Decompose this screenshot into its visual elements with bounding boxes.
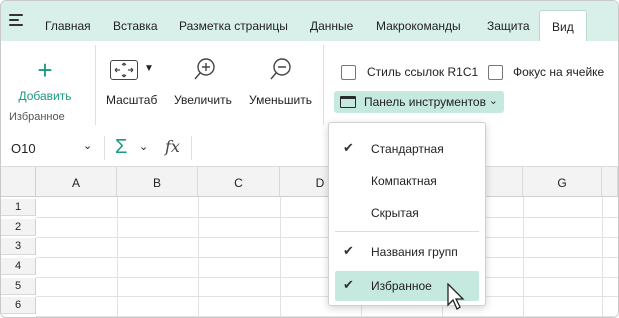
menu-item-standard[interactable]: ✔ Стандартная <box>335 136 479 162</box>
add-button-label: Добавить <box>18 89 72 103</box>
toolbar-button-label: Панель инструментов <box>364 95 486 109</box>
grid-line <box>36 316 618 317</box>
grid-line <box>36 277 618 278</box>
row-header[interactable]: 4 <box>1 258 36 275</box>
focus-cell-label: Фокус на ячейке <box>513 65 605 79</box>
formula-separator <box>104 136 105 160</box>
grid-line <box>280 197 281 317</box>
zoom-out-icon <box>270 58 291 80</box>
tab-page-layout[interactable]: Разметка страницы <box>179 11 288 39</box>
ribbon-separator <box>323 45 324 125</box>
focus-cell-checkbox[interactable] <box>488 65 503 80</box>
row-header[interactable]: 3 <box>1 238 36 255</box>
scale-icon <box>110 60 138 80</box>
function-icon[interactable]: fx <box>165 137 180 156</box>
window-icon <box>340 96 356 108</box>
grid-line <box>36 237 618 238</box>
ribbon-tab-bar: Главная Вставка Разметка страницы Данные… <box>1 1 618 42</box>
zoom-in-label: Увеличить <box>174 93 232 107</box>
r1c1-label: Стиль ссылок R1C1 <box>367 65 479 79</box>
check-icon: ✔ <box>343 277 354 292</box>
add-to-favorites-button[interactable]: + Добавить <box>15 55 75 103</box>
hamburger-menu-icon[interactable] <box>9 14 23 26</box>
chevron-down-icon[interactable]: ⌄ <box>83 139 92 152</box>
menu-item-label: Компактная <box>371 174 437 188</box>
menu-item-label: Скрытая <box>371 206 419 220</box>
check-icon: ✔ <box>343 140 354 155</box>
tab-protection[interactable]: Защита <box>487 11 530 39</box>
zoom-out-label: Уменьшить <box>249 93 312 107</box>
grid-line <box>198 197 199 317</box>
tab-data[interactable]: Данные <box>310 11 353 39</box>
mouse-cursor-icon <box>447 283 465 310</box>
scale-label: Масштаб <box>106 93 158 107</box>
tab-home[interactable]: Главная <box>45 11 91 39</box>
check-icon: ✔ <box>343 243 354 258</box>
zoom-in-icon <box>194 58 215 80</box>
spreadsheet-window: Главная Вставка Разметка страницы Данные… <box>0 0 619 318</box>
column-header[interactable]: A <box>36 167 117 197</box>
menu-item-hidden[interactable]: Скрытая <box>335 200 479 226</box>
grid-line <box>523 197 524 317</box>
tab-view[interactable]: Вид <box>539 10 587 42</box>
grid-line <box>36 296 618 297</box>
menu-separator <box>335 231 479 232</box>
row-header[interactable]: 6 <box>1 297 36 314</box>
tab-macros[interactable]: Макрокоманды <box>376 11 461 39</box>
column-header[interactable]: B <box>117 167 198 197</box>
plus-icon: + <box>37 55 53 85</box>
ribbon-separator <box>95 45 96 125</box>
grid-line <box>36 257 618 258</box>
toolbar-dropdown-button[interactable]: Панель инструментов ⌄ <box>334 91 504 113</box>
autosum-icon[interactable]: Σ <box>115 136 127 159</box>
chevron-down-icon: ⌄ <box>488 95 498 107</box>
row-header[interactable]: 1 <box>1 199 36 216</box>
grid-line <box>117 197 118 317</box>
formula-bar: O10 ⌄ Σ ⌄ fx <box>1 130 618 167</box>
formula-separator <box>191 136 192 160</box>
favorites-group-label: Избранное <box>9 111 65 123</box>
grid-line <box>36 217 618 218</box>
column-header[interactable]: C <box>198 167 280 197</box>
grid-line <box>602 197 603 317</box>
menu-item-label: Избранное <box>371 279 432 293</box>
name-box[interactable]: O10 <box>11 141 36 156</box>
select-all-corner[interactable] <box>1 167 36 197</box>
row-header[interactable]: 2 <box>1 219 36 236</box>
tab-insert[interactable]: Вставка <box>113 11 158 39</box>
r1c1-checkbox[interactable] <box>341 65 356 80</box>
column-header[interactable]: G <box>523 167 602 197</box>
column-header[interactable] <box>602 167 618 197</box>
menu-item-group-names[interactable]: ✔ Названия групп <box>335 239 479 265</box>
toolbar-dropdown-menu: ✔ Стандартная Компактная Скрытая ✔ Назва… <box>328 122 486 306</box>
ribbon-panel: + Добавить Избранное ▼ Масштаб Увеличить <box>1 41 618 131</box>
menu-item-label: Стандартная <box>371 142 444 156</box>
spreadsheet-grid[interactable]: A B C D G 1 2 3 4 5 6 <box>1 167 618 317</box>
chevron-down-icon[interactable]: ⌄ <box>139 140 148 153</box>
menu-item-label: Названия групп <box>371 245 458 259</box>
menu-item-compact[interactable]: Компактная <box>335 168 479 194</box>
row-header[interactable]: 5 <box>1 278 36 295</box>
chevron-down-icon: ▼ <box>144 63 154 74</box>
